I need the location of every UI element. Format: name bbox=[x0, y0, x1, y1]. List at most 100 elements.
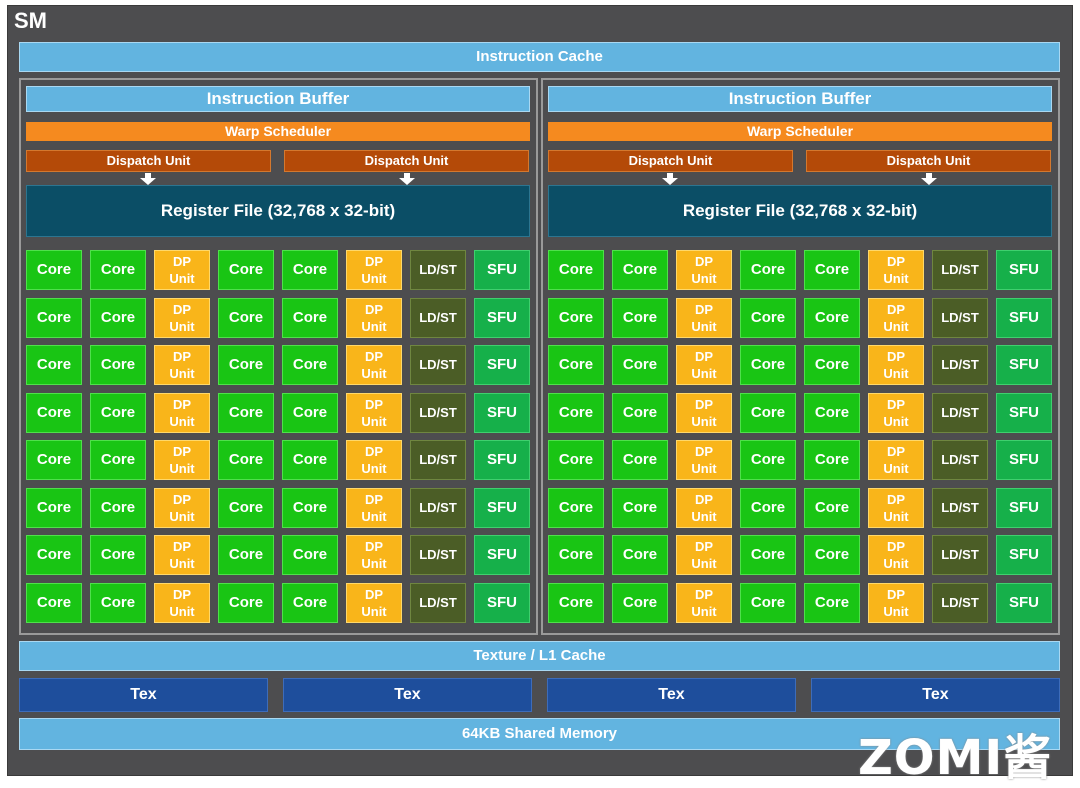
sm-title: SM bbox=[14, 8, 47, 33]
dp-unit: DP Unit bbox=[154, 440, 210, 480]
core-unit: Core bbox=[218, 345, 274, 385]
processing-block-2: Instruction Buffer Warp Scheduler Dispat… bbox=[541, 78, 1060, 635]
sfu-unit: SFU bbox=[474, 440, 530, 480]
core-unit: Core bbox=[90, 345, 146, 385]
texture-l1-cache: Texture / L1 Cache bbox=[19, 641, 1060, 671]
instruction-buffer: Instruction Buffer bbox=[548, 86, 1052, 112]
core-unit: Core bbox=[612, 440, 668, 480]
tex-unit: Tex bbox=[547, 678, 796, 712]
dp-unit: DP Unit bbox=[868, 297, 924, 338]
core-unit: Core bbox=[548, 582, 604, 623]
core-unit: Core bbox=[804, 392, 860, 433]
processing-block-1: Instruction Buffer Warp Scheduler Dispat… bbox=[19, 78, 538, 635]
dp-unit: DP Unit bbox=[868, 250, 924, 290]
core-unit: Core bbox=[548, 297, 604, 338]
dp-unit: DP Unit bbox=[676, 535, 732, 575]
sfu-unit: SFU bbox=[474, 297, 530, 338]
ld-st-unit: LD/ST bbox=[932, 250, 988, 290]
sfu-unit: SFU bbox=[474, 582, 530, 623]
down-arrow-icon bbox=[921, 173, 937, 185]
core-unit: Core bbox=[26, 392, 82, 433]
core-unit: Core bbox=[740, 582, 796, 623]
core-unit: Core bbox=[740, 345, 796, 385]
sfu-unit: SFU bbox=[996, 487, 1052, 528]
core-unit: Core bbox=[740, 487, 796, 528]
ld-st-unit: LD/ST bbox=[410, 297, 466, 338]
core-unit: Core bbox=[804, 440, 860, 480]
warp-scheduler: Warp Scheduler bbox=[26, 122, 530, 141]
ld-st-unit: LD/ST bbox=[410, 582, 466, 623]
core-unit: Core bbox=[90, 582, 146, 623]
dp-unit: DP Unit bbox=[346, 440, 402, 480]
core-unit: Core bbox=[218, 250, 274, 290]
dp-unit: DP Unit bbox=[346, 250, 402, 290]
tex-unit: Tex bbox=[811, 678, 1060, 712]
core-unit: Core bbox=[90, 440, 146, 480]
core-unit: Core bbox=[548, 345, 604, 385]
ld-st-unit: LD/ST bbox=[932, 487, 988, 528]
dp-unit: DP Unit bbox=[676, 345, 732, 385]
core-unit: Core bbox=[548, 440, 604, 480]
dp-unit: DP Unit bbox=[676, 250, 732, 290]
sm-container: SM Instruction Cache Instruction Buffer … bbox=[7, 5, 1073, 776]
core-unit: Core bbox=[282, 582, 338, 623]
ld-st-unit: LD/ST bbox=[932, 582, 988, 623]
core-unit: Core bbox=[740, 440, 796, 480]
down-arrow-icon bbox=[399, 173, 415, 185]
dp-unit: DP Unit bbox=[346, 582, 402, 623]
dp-unit: DP Unit bbox=[868, 487, 924, 528]
core-unit: Core bbox=[26, 440, 82, 480]
sfu-unit: SFU bbox=[474, 250, 530, 290]
watermark-logo: ZOMI酱 bbox=[858, 730, 1053, 786]
dp-unit: DP Unit bbox=[154, 535, 210, 575]
core-unit: Core bbox=[218, 535, 274, 575]
dp-unit: DP Unit bbox=[346, 392, 402, 433]
sfu-unit: SFU bbox=[474, 345, 530, 385]
sfu-unit: SFU bbox=[474, 487, 530, 528]
dp-unit: DP Unit bbox=[154, 250, 210, 290]
core-unit: Core bbox=[612, 582, 668, 623]
core-unit: Core bbox=[26, 345, 82, 385]
dispatch-unit: Dispatch Unit bbox=[26, 150, 271, 172]
core-unit: Core bbox=[26, 487, 82, 528]
core-unit: Core bbox=[612, 487, 668, 528]
dp-unit: DP Unit bbox=[868, 582, 924, 623]
core-unit: Core bbox=[282, 440, 338, 480]
core-unit: Core bbox=[218, 392, 274, 433]
down-arrow-icon bbox=[140, 173, 156, 185]
core-unit: Core bbox=[612, 392, 668, 433]
instruction-buffer: Instruction Buffer bbox=[26, 86, 530, 112]
ld-st-unit: LD/ST bbox=[932, 535, 988, 575]
core-unit: Core bbox=[740, 297, 796, 338]
ld-st-unit: LD/ST bbox=[932, 392, 988, 433]
dp-unit: DP Unit bbox=[676, 440, 732, 480]
ld-st-unit: LD/ST bbox=[410, 487, 466, 528]
core-unit: Core bbox=[804, 487, 860, 528]
dp-unit: DP Unit bbox=[676, 297, 732, 338]
dp-unit: DP Unit bbox=[346, 345, 402, 385]
ld-st-unit: LD/ST bbox=[410, 250, 466, 290]
sfu-unit: SFU bbox=[996, 582, 1052, 623]
core-unit: Core bbox=[612, 297, 668, 338]
dp-unit: DP Unit bbox=[154, 582, 210, 623]
dispatch-unit: Dispatch Unit bbox=[284, 150, 529, 172]
dp-unit: DP Unit bbox=[868, 392, 924, 433]
dp-unit: DP Unit bbox=[868, 535, 924, 575]
core-unit: Core bbox=[548, 392, 604, 433]
core-unit: Core bbox=[26, 582, 82, 623]
sfu-unit: SFU bbox=[996, 250, 1052, 290]
warp-scheduler: Warp Scheduler bbox=[548, 122, 1052, 141]
core-unit: Core bbox=[804, 297, 860, 338]
dp-unit: DP Unit bbox=[346, 297, 402, 338]
ld-st-unit: LD/ST bbox=[932, 440, 988, 480]
tex-unit: Tex bbox=[19, 678, 268, 712]
ld-st-unit: LD/ST bbox=[410, 392, 466, 433]
core-unit: Core bbox=[804, 345, 860, 385]
tex-unit: Tex bbox=[283, 678, 532, 712]
ld-st-unit: LD/ST bbox=[932, 345, 988, 385]
sfu-unit: SFU bbox=[996, 392, 1052, 433]
core-unit: Core bbox=[282, 297, 338, 338]
core-unit: Core bbox=[740, 250, 796, 290]
core-unit: Core bbox=[26, 297, 82, 338]
dp-unit: DP Unit bbox=[346, 487, 402, 528]
